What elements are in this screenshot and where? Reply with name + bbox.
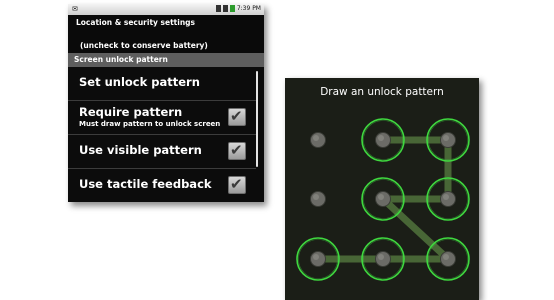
pattern-dot-highlight xyxy=(378,254,384,260)
notification-icon: ✉ xyxy=(72,5,78,13)
require-pattern-label: Require pattern xyxy=(79,105,183,119)
tactile-feedback-checkbox[interactable]: ✔ xyxy=(228,175,246,194)
page-title: Location & security settings xyxy=(76,18,196,27)
pattern-dot-highlight xyxy=(378,135,384,141)
require-pattern-item[interactable]: Require pattern Must draw pattern to unl… xyxy=(68,101,256,135)
set-unlock-pattern-label: Set unlock pattern xyxy=(79,75,200,89)
status-time: 7:39 PM xyxy=(236,5,261,12)
unlock-pattern-screen: Draw an unlock pattern xyxy=(285,78,479,300)
checkmark-icon: ✔ xyxy=(230,107,243,125)
visible-pattern-item[interactable]: Use visible pattern ✔ xyxy=(68,135,256,169)
pattern-dot-highlight xyxy=(313,254,319,260)
battery-icon xyxy=(229,5,235,12)
category-header: Screen unlock pattern xyxy=(68,53,264,67)
network-icon xyxy=(222,5,228,12)
pattern-dot-highlight xyxy=(443,254,449,260)
visible-pattern-label: Use visible pattern xyxy=(79,143,202,157)
scrollbar[interactable] xyxy=(256,71,258,167)
settings-header: Location & security settings (uncheck to… xyxy=(68,15,264,54)
require-pattern-checkbox[interactable]: ✔ xyxy=(228,107,246,126)
require-pattern-summary: Must draw pattern to unlock screen xyxy=(79,120,221,128)
set-unlock-pattern-item[interactable]: Set unlock pattern xyxy=(68,67,256,101)
status-bar: ✉ 7:39 PM xyxy=(68,4,264,15)
checkmark-icon: ✔ xyxy=(230,141,243,159)
signal-icon xyxy=(215,5,221,12)
pattern-node-4[interactable] xyxy=(310,191,326,207)
pattern-path-segment xyxy=(379,195,452,263)
pattern-dot-highlight xyxy=(313,135,319,141)
category-label: Screen unlock pattern xyxy=(74,55,168,64)
visible-pattern-checkbox[interactable]: ✔ xyxy=(228,141,246,160)
status-icons: 7:39 PM xyxy=(215,5,261,12)
checkmark-icon: ✔ xyxy=(230,175,243,193)
pattern-dot-highlight xyxy=(443,135,449,141)
pattern-grid[interactable] xyxy=(285,78,479,300)
pattern-dot-highlight xyxy=(443,194,449,200)
tactile-feedback-item[interactable]: Use tactile feedback ✔ xyxy=(68,169,256,202)
pattern-dot-highlight xyxy=(313,194,319,200)
tactile-feedback-label: Use tactile feedback xyxy=(79,177,212,191)
pattern-node-1[interactable] xyxy=(310,132,326,148)
preference-list: Set unlock pattern Require pattern Must … xyxy=(68,67,256,202)
pattern-dot-highlight xyxy=(378,194,384,200)
page-subtitle: (uncheck to conserve battery) xyxy=(80,41,208,50)
security-settings-screen: ✉ 7:39 PM Location & security settings (… xyxy=(68,4,264,202)
